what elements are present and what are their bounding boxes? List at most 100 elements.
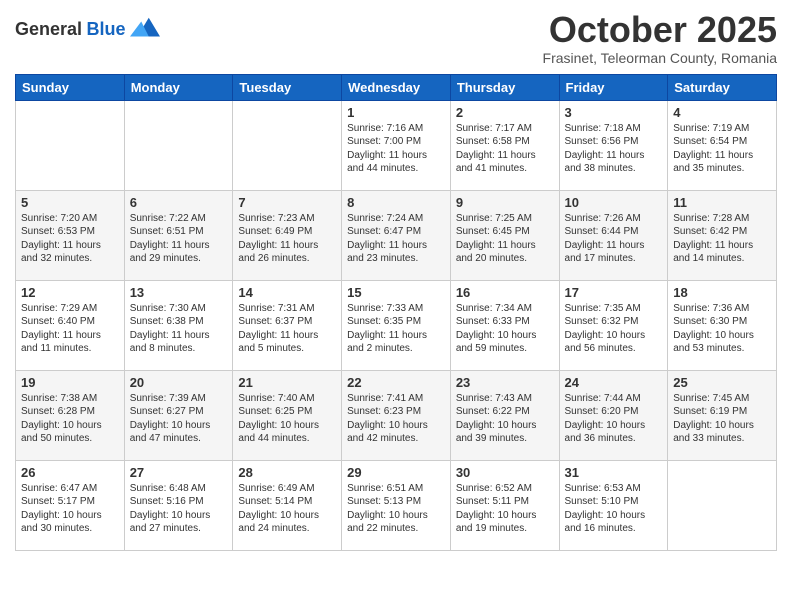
day-number: 10	[565, 195, 663, 210]
day-number: 16	[456, 285, 554, 300]
day-info: Sunrise: 7:40 AM Sunset: 6:25 PM Dayligh…	[238, 392, 336, 446]
day-number: 27	[130, 465, 228, 480]
day-number: 5	[21, 195, 119, 210]
calendar-cell: 29 Sunrise: 6:51 AM Sunset: 5:13 PM Dayli…	[342, 460, 451, 550]
day-number: 19	[21, 375, 119, 390]
calendar-cell: 8Sunrise: 7:24 AM Sunset: 6:47 PM Daylig…	[342, 190, 451, 280]
calendar-cell: 5 Sunrise: 7:20 AM Sunset: 6:53 PM Daylig…	[16, 190, 125, 280]
calendar-cell: 30Sunrise: 6:52 AM Sunset: 5:11 PM Dayli…	[450, 460, 559, 550]
calendar-cell: 24Sunrise: 7:44 AM Sunset: 6:20 PM Dayli…	[559, 370, 668, 460]
calendar-cell	[16, 100, 125, 190]
day-info: Sunrise: 7:20 AM Sunset: 6:53 PM Dayligh…	[21, 212, 119, 266]
page-header: General Blue October 2025 Frasinet, Tele…	[15, 10, 777, 66]
day-number: 22	[347, 375, 445, 390]
day-info: Sunrise: 7:24 AM Sunset: 6:47 PM Dayligh…	[347, 212, 445, 266]
calendar-week-row: 12Sunrise: 7:29 AM Sunset: 6:40 PM Dayli…	[16, 280, 777, 370]
calendar-cell: 28Sunrise: 6:49 AM Sunset: 5:14 PM Dayli…	[233, 460, 342, 550]
calendar-cell: 21 Sunrise: 7:40 AM Sunset: 6:25 PM Dayli…	[233, 370, 342, 460]
day-number: 26	[21, 465, 119, 480]
day-info: Sunrise: 7:22 AM Sunset: 6:51 PM Dayligh…	[130, 212, 228, 266]
calendar-cell: 7 Sunrise: 7:23 AM Sunset: 6:49 PM Daylig…	[233, 190, 342, 280]
day-number: 31	[565, 465, 663, 480]
day-info: Sunrise: 7:28 AM Sunset: 6:42 PM Dayligh…	[673, 212, 771, 266]
calendar-cell: 16 Sunrise: 7:34 AM Sunset: 6:33 PM Dayli…	[450, 280, 559, 370]
day-number: 14	[238, 285, 336, 300]
day-info: Sunrise: 7:45 AM Sunset: 6:19 PM Dayligh…	[673, 392, 771, 446]
day-info: Sunrise: 7:16 AM Sunset: 7:00 PM Dayligh…	[347, 122, 445, 176]
calendar-header-monday: Monday	[124, 74, 233, 100]
logo-icon	[130, 14, 160, 44]
calendar-cell: 31 Sunrise: 6:53 AM Sunset: 5:10 PM Dayli…	[559, 460, 668, 550]
calendar-cell	[233, 100, 342, 190]
calendar-table: SundayMondayTuesdayWednesdayThursdayFrid…	[15, 74, 777, 551]
calendar-cell	[668, 460, 777, 550]
calendar-cell: 2 Sunrise: 7:17 AM Sunset: 6:58 PM Daylig…	[450, 100, 559, 190]
day-info: Sunrise: 7:41 AM Sunset: 6:23 PM Dayligh…	[347, 392, 445, 446]
calendar-header-wednesday: Wednesday	[342, 74, 451, 100]
day-info: Sunrise: 7:35 AM Sunset: 6:32 PM Dayligh…	[565, 302, 663, 356]
calendar-cell: 18Sunrise: 7:36 AM Sunset: 6:30 PM Dayli…	[668, 280, 777, 370]
day-number: 2	[456, 105, 554, 120]
calendar-header-tuesday: Tuesday	[233, 74, 342, 100]
title-section: October 2025 Frasinet, Teleorman County,…	[543, 10, 777, 66]
day-number: 9	[456, 195, 554, 210]
day-number: 29	[347, 465, 445, 480]
day-info: Sunrise: 7:33 AM Sunset: 6:35 PM Dayligh…	[347, 302, 445, 356]
logo-text: General Blue	[15, 19, 126, 40]
day-number: 18	[673, 285, 771, 300]
day-number: 7	[238, 195, 336, 210]
day-info: Sunrise: 7:18 AM Sunset: 6:56 PM Dayligh…	[565, 122, 663, 176]
calendar-cell: 11 Sunrise: 7:28 AM Sunset: 6:42 PM Dayli…	[668, 190, 777, 280]
day-info: Sunrise: 7:19 AM Sunset: 6:54 PM Dayligh…	[673, 122, 771, 176]
day-number: 28	[238, 465, 336, 480]
location-subtitle: Frasinet, Teleorman County, Romania	[543, 50, 777, 66]
day-info: Sunrise: 6:48 AM Sunset: 5:16 PM Dayligh…	[130, 482, 228, 536]
day-info: Sunrise: 6:47 AM Sunset: 5:17 PM Dayligh…	[21, 482, 119, 536]
day-info: Sunrise: 7:34 AM Sunset: 6:33 PM Dayligh…	[456, 302, 554, 356]
day-info: Sunrise: 7:38 AM Sunset: 6:28 PM Dayligh…	[21, 392, 119, 446]
day-info: Sunrise: 7:43 AM Sunset: 6:22 PM Dayligh…	[456, 392, 554, 446]
day-info: Sunrise: 6:52 AM Sunset: 5:11 PM Dayligh…	[456, 482, 554, 536]
day-number: 11	[673, 195, 771, 210]
day-number: 3	[565, 105, 663, 120]
day-info: Sunrise: 7:31 AM Sunset: 6:37 PM Dayligh…	[238, 302, 336, 356]
day-number: 6	[130, 195, 228, 210]
logo-blue: Blue	[87, 19, 126, 39]
calendar-week-row: 1 Sunrise: 7:16 AM Sunset: 7:00 PM Daylig…	[16, 100, 777, 190]
day-number: 23	[456, 375, 554, 390]
calendar-header-friday: Friday	[559, 74, 668, 100]
day-number: 25	[673, 375, 771, 390]
day-info: Sunrise: 7:25 AM Sunset: 6:45 PM Dayligh…	[456, 212, 554, 266]
calendar-week-row: 5 Sunrise: 7:20 AM Sunset: 6:53 PM Daylig…	[16, 190, 777, 280]
day-info: Sunrise: 7:26 AM Sunset: 6:44 PM Dayligh…	[565, 212, 663, 266]
day-info: Sunrise: 6:51 AM Sunset: 5:13 PM Dayligh…	[347, 482, 445, 536]
calendar-cell: 23 Sunrise: 7:43 AM Sunset: 6:22 PM Dayli…	[450, 370, 559, 460]
day-info: Sunrise: 7:17 AM Sunset: 6:58 PM Dayligh…	[456, 122, 554, 176]
calendar-cell: 14 Sunrise: 7:31 AM Sunset: 6:37 PM Dayli…	[233, 280, 342, 370]
calendar-cell	[124, 100, 233, 190]
calendar-week-row: 19 Sunrise: 7:38 AM Sunset: 6:28 PM Dayli…	[16, 370, 777, 460]
calendar-header-row: SundayMondayTuesdayWednesdayThursdayFrid…	[16, 74, 777, 100]
calendar-cell: 26 Sunrise: 6:47 AM Sunset: 5:17 PM Dayli…	[16, 460, 125, 550]
calendar-cell: 27 Sunrise: 6:48 AM Sunset: 5:16 PM Dayli…	[124, 460, 233, 550]
logo: General Blue	[15, 14, 160, 44]
day-number: 1	[347, 105, 445, 120]
calendar-cell: 3 Sunrise: 7:18 AM Sunset: 6:56 PM Daylig…	[559, 100, 668, 190]
day-number: 17	[565, 285, 663, 300]
day-number: 20	[130, 375, 228, 390]
calendar-cell: 10 Sunrise: 7:26 AM Sunset: 6:44 PM Dayli…	[559, 190, 668, 280]
day-info: Sunrise: 7:30 AM Sunset: 6:38 PM Dayligh…	[130, 302, 228, 356]
calendar-cell: 4Sunrise: 7:19 AM Sunset: 6:54 PM Daylig…	[668, 100, 777, 190]
day-info: Sunrise: 6:53 AM Sunset: 5:10 PM Dayligh…	[565, 482, 663, 536]
logo-general: General	[15, 19, 82, 39]
calendar-cell: 1 Sunrise: 7:16 AM Sunset: 7:00 PM Daylig…	[342, 100, 451, 190]
calendar-header-thursday: Thursday	[450, 74, 559, 100]
day-info: Sunrise: 7:23 AM Sunset: 6:49 PM Dayligh…	[238, 212, 336, 266]
calendar-cell: 6 Sunrise: 7:22 AM Sunset: 6:51 PM Daylig…	[124, 190, 233, 280]
calendar-header-sunday: Sunday	[16, 74, 125, 100]
month-title: October 2025	[543, 10, 777, 50]
day-number: 21	[238, 375, 336, 390]
calendar-cell: 15Sunrise: 7:33 AM Sunset: 6:35 PM Dayli…	[342, 280, 451, 370]
day-number: 13	[130, 285, 228, 300]
calendar-week-row: 26 Sunrise: 6:47 AM Sunset: 5:17 PM Dayli…	[16, 460, 777, 550]
